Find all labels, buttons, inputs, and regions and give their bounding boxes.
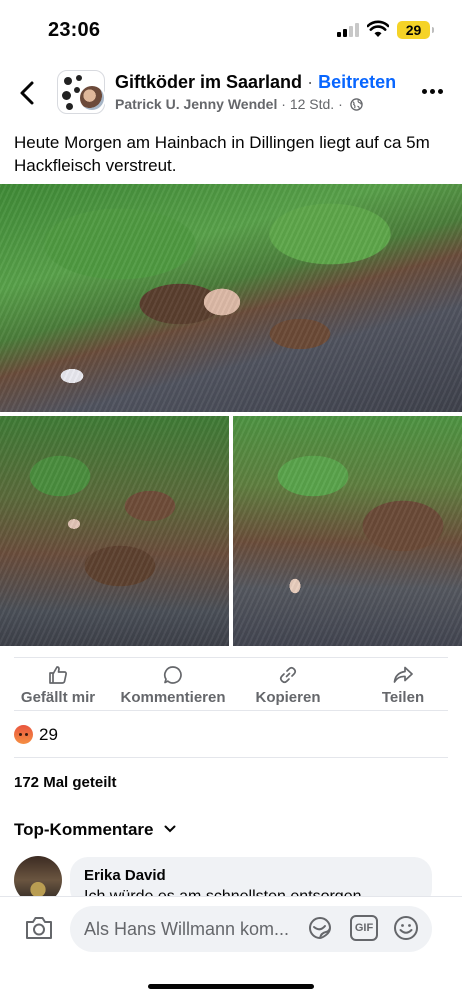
sticker-icon[interactable] xyxy=(306,914,334,942)
author-name-link[interactable]: Patrick U. Jenny Wendel xyxy=(115,96,277,112)
post-photo-1[interactable] xyxy=(0,184,462,412)
comment-label: Kommentieren xyxy=(120,689,226,706)
divider xyxy=(14,710,448,711)
copy-link-button[interactable]: Kopieren xyxy=(253,665,323,706)
ellipsis-icon[interactable] xyxy=(422,88,444,96)
status-time: 23:06 xyxy=(48,19,101,41)
divider xyxy=(14,657,448,658)
share-icon xyxy=(393,666,413,683)
post-meta: Patrick U. Jenny Wendel · 12 Std. · xyxy=(115,96,363,112)
chevron-down-icon xyxy=(164,825,176,833)
post-time[interactable]: 12 Std. xyxy=(290,96,334,112)
emoji-icon[interactable] xyxy=(392,914,420,942)
chevron-left-icon[interactable] xyxy=(16,80,40,106)
post-text: Heute Morgen am Hainbach in Dillingen li… xyxy=(14,133,430,175)
post-photo-2[interactable] xyxy=(0,416,229,646)
globe-icon xyxy=(349,98,363,111)
reaction-count: 29 xyxy=(39,725,58,744)
post-actions: Gefällt mir Kommentieren Kopieren Teilen xyxy=(0,665,462,707)
camera-icon[interactable] xyxy=(24,914,54,942)
author-avatar[interactable] xyxy=(78,84,106,112)
comment-composer: Als Hans Willmann kom... GIF xyxy=(0,896,462,1000)
share-button[interactable]: Teilen xyxy=(374,665,432,706)
like-button[interactable]: Gefällt mir xyxy=(19,665,97,706)
comment-button[interactable]: Kommentieren xyxy=(118,665,228,706)
comments-filter[interactable]: Top-Kommentare xyxy=(14,820,176,840)
divider xyxy=(14,757,448,758)
cellular-signal-icon xyxy=(337,23,361,37)
gif-button[interactable]: GIF xyxy=(350,915,378,941)
home-indicator xyxy=(148,984,314,989)
share-count[interactable]: 172 Mal geteilt xyxy=(14,774,117,791)
thumbs-up-icon xyxy=(49,666,67,684)
comments-filter-label: Top-Kommentare xyxy=(14,820,154,839)
post-photo-3[interactable] xyxy=(233,416,462,646)
title-separator: · xyxy=(307,72,314,92)
wifi-icon xyxy=(367,20,389,37)
status-bar: 23:06 29 xyxy=(0,0,462,62)
share-label: Teilen xyxy=(381,689,425,706)
angry-reaction-icon xyxy=(14,725,33,744)
join-group-button[interactable]: Beitreten xyxy=(318,72,396,92)
comment-author[interactable]: Erika David xyxy=(84,867,166,884)
copy-label: Kopieren xyxy=(255,689,321,706)
comment-icon xyxy=(163,666,182,684)
battery-indicator: 29 xyxy=(397,21,434,39)
like-label: Gefällt mir xyxy=(20,689,96,706)
group-name-link[interactable]: Giftköder im Saarland xyxy=(115,72,302,92)
link-icon xyxy=(279,666,297,684)
comment-input-placeholder: Als Hans Willmann kom... xyxy=(84,919,290,939)
group-title: Giftköder im Saarland · Beitreten xyxy=(115,72,396,93)
